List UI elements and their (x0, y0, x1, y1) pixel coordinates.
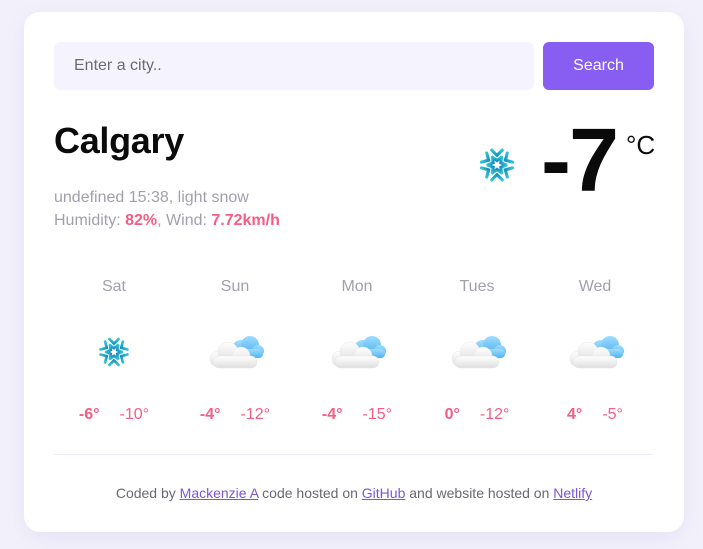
forecast-day: Sun -4° -12° (175, 274, 295, 434)
forecast-min-temp: -10° (119, 406, 150, 423)
weather-card: Search Calgary undefined 15:38, light sn… (24, 12, 684, 532)
forecast-day: Mon -4° -15° (297, 274, 417, 434)
date-description-line: undefined 15:38, light snow (54, 186, 280, 209)
forecast-day-name: Tues (459, 278, 495, 295)
forecast-day-name: Sun (220, 278, 250, 295)
weather-description: light snow (177, 189, 249, 206)
forecast-min-temp: -12° (240, 406, 271, 423)
footer-text: code hosted on (258, 485, 362, 501)
forecast-min-temp: -5° (602, 406, 623, 423)
search-form: Search (54, 42, 654, 90)
weather-details: undefined 15:38, light snow Humidity: 82… (54, 186, 280, 232)
forecast-temperatures: -4° -12° (175, 406, 295, 424)
forecast-max-temp: 0° (444, 406, 460, 423)
temperature-unit: °C (626, 130, 656, 160)
humidity-label: Humidity: (54, 212, 126, 229)
forecast-max-temp: -6° (78, 406, 100, 423)
snowflake-icon (475, 143, 519, 187)
separator: , (168, 189, 178, 206)
forecast-day: Tues 0° -12° (417, 274, 537, 434)
cloud-icon (451, 335, 507, 369)
netlify-link[interactable]: Netlify (553, 485, 592, 501)
city-search-input[interactable] (54, 42, 534, 90)
forecast-temperatures: -6° -10° (54, 406, 174, 424)
forecast-temperatures: 4° -5° (535, 406, 655, 424)
city-name: Calgary (54, 120, 184, 161)
footer-text: and website hosted on (405, 485, 554, 501)
github-link[interactable]: GitHub (362, 485, 406, 501)
current-temperature: -7 (541, 111, 619, 211)
search-button[interactable]: Search (543, 42, 654, 90)
forecast-day-name: Sat (101, 278, 126, 295)
forecast-min-temp: -12° (479, 406, 510, 423)
humidity-wind-line: Humidity: 82%, Wind: 7.72km/h (54, 209, 280, 232)
forecast-temperatures: -4° -15° (297, 406, 417, 424)
forecast-max-temp: -4° (199, 406, 221, 423)
forecast-day: Wed 4° -5° (535, 274, 655, 434)
footer-text: Coded by (115, 485, 180, 501)
cloud-icon (209, 335, 265, 369)
forecast-temperatures: 0° -12° (417, 406, 537, 424)
forecast-day-name: Wed (578, 278, 612, 295)
forecast-day-name: Mon (341, 278, 373, 295)
date-text: undefined 15:38 (54, 189, 169, 206)
forecast: Sat -6° -10° Sun -4° -12° Mon -4° -15° T… (54, 274, 654, 434)
forecast-min-temp: -15° (362, 406, 393, 423)
divider (54, 454, 654, 455)
wind-value: 7.72km/h (211, 212, 280, 229)
forecast-max-temp: 4° (567, 406, 583, 423)
cloud-icon (331, 335, 387, 369)
author-link[interactable]: Mackenzie A (180, 485, 259, 501)
forecast-max-temp: -4° (321, 406, 343, 423)
wind-label: , Wind: (157, 212, 212, 229)
footer: Coded by Mackenzie A code hosted on GitH… (24, 485, 684, 501)
humidity-value: 82% (125, 212, 158, 229)
snowflake-icon (84, 332, 144, 372)
cloud-icon (569, 335, 625, 369)
forecast-day: Sat -6° -10° (54, 274, 174, 434)
